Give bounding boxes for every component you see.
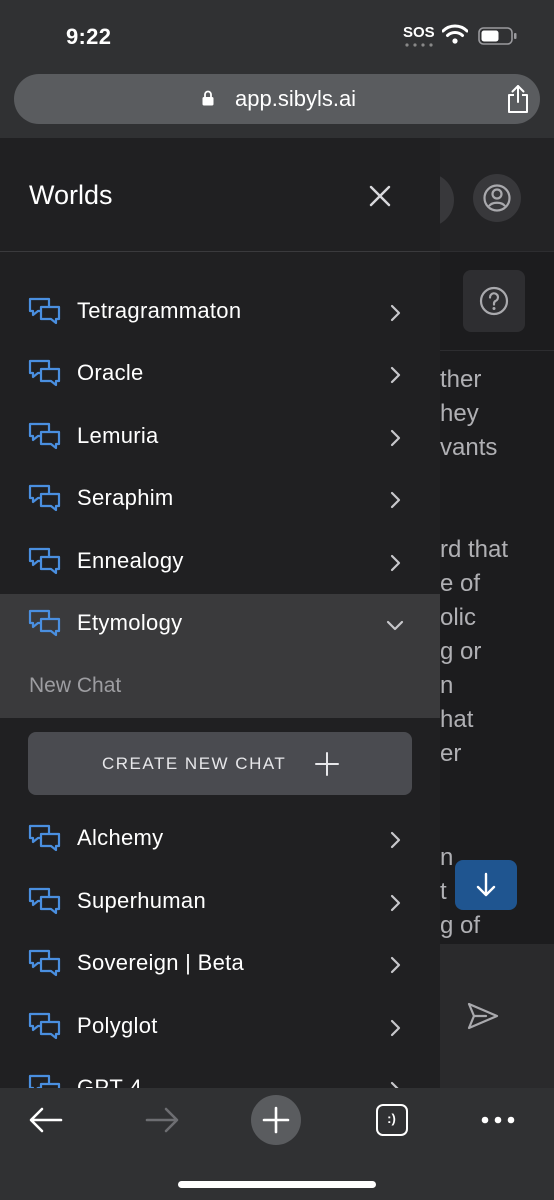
chevron-right-icon bbox=[390, 491, 401, 509]
create-new-chat-button[interactable]: CREATE NEW CHAT bbox=[28, 732, 412, 795]
chat-bubbles-icon bbox=[28, 949, 61, 977]
chat-bubbles-icon bbox=[28, 297, 61, 325]
chat-item-new-chat[interactable]: New Chat bbox=[29, 674, 121, 698]
background-text: g or bbox=[440, 638, 482, 665]
arrow-down-icon bbox=[476, 872, 496, 897]
world-label: Tetragrammaton bbox=[77, 298, 242, 323]
background-text: n bbox=[440, 672, 454, 699]
home-indicator bbox=[178, 1181, 376, 1188]
world-item-tetragrammaton[interactable]: Tetragrammaton bbox=[0, 282, 440, 344]
chevron-right-icon bbox=[390, 554, 401, 572]
world-label: Alchemy bbox=[77, 825, 164, 850]
chat-bubbles-icon bbox=[28, 484, 61, 512]
world-label: Lemuria bbox=[77, 423, 159, 448]
chat-bubbles-icon bbox=[28, 422, 61, 450]
world-label: Seraphim bbox=[77, 485, 174, 510]
new-tab-button[interactable] bbox=[251, 1095, 301, 1145]
chevron-right-icon bbox=[390, 1081, 399, 1088]
background-text: hey bbox=[440, 400, 479, 427]
background-text: e of bbox=[440, 570, 481, 597]
world-label: Sovereign | Beta bbox=[77, 950, 245, 975]
background-text: olic bbox=[440, 604, 477, 631]
world-item-ennealogy[interactable]: Ennealogy bbox=[0, 532, 440, 594]
url-text: app.sibyls.ai bbox=[235, 86, 357, 111]
chat-bubbles-icon bbox=[28, 1074, 61, 1088]
tabs-label: :) bbox=[387, 1111, 396, 1126]
tabs-button[interactable]: :) bbox=[376, 1104, 408, 1136]
close-icon[interactable] bbox=[362, 178, 398, 214]
send-icon[interactable] bbox=[466, 1000, 500, 1032]
more-icon[interactable] bbox=[481, 1116, 515, 1124]
chevron-right-icon bbox=[390, 831, 401, 849]
world-label: Polyglot bbox=[77, 1013, 158, 1038]
chat-bubbles-icon bbox=[28, 359, 61, 387]
worlds-drawer: Worlds New Chat CREATE NEW CHAT Tetragra… bbox=[0, 138, 440, 1088]
chat-bubbles-icon bbox=[28, 609, 61, 637]
world-label: GPT-4 bbox=[77, 1075, 143, 1088]
background-text: vants bbox=[440, 434, 498, 461]
world-item-etymology[interactable]: Etymology bbox=[0, 594, 440, 656]
chevron-right-icon bbox=[390, 894, 401, 912]
world-item-polyglot[interactable]: Polyglot bbox=[0, 997, 440, 1059]
chat-bubbles-icon bbox=[28, 887, 61, 915]
chevron-right-icon bbox=[390, 429, 401, 447]
background-text: n bbox=[440, 844, 454, 871]
world-item-lemuria[interactable]: Lemuria bbox=[0, 407, 440, 469]
lock-icon bbox=[202, 90, 214, 106]
background-text: rd that bbox=[440, 536, 509, 563]
chat-bubbles-icon bbox=[28, 547, 61, 575]
background-text: g of bbox=[440, 912, 481, 939]
world-item-superhuman[interactable]: Superhuman bbox=[0, 872, 440, 934]
world-item-oracle[interactable]: Oracle bbox=[0, 344, 440, 406]
help-icon bbox=[479, 286, 509, 316]
chat-bubbles-icon bbox=[28, 1012, 61, 1040]
background-text: hat bbox=[440, 706, 474, 733]
drawer-title: Worlds bbox=[29, 180, 113, 210]
forward-arrow-icon[interactable] bbox=[144, 1106, 180, 1134]
wifi-icon bbox=[442, 24, 468, 44]
chevron-right-icon bbox=[390, 304, 401, 322]
chevron-right-icon bbox=[390, 956, 401, 974]
status-bar: 9:22 SOS bbox=[0, 0, 554, 66]
address-bar[interactable]: app.sibyls.ai bbox=[14, 74, 540, 124]
background-text: ther bbox=[440, 366, 482, 393]
plus-icon bbox=[262, 1106, 290, 1134]
back-arrow-icon[interactable] bbox=[28, 1106, 64, 1134]
plus-icon bbox=[315, 752, 339, 776]
world-label: Etymology bbox=[77, 610, 183, 635]
world-item-sovereign-beta[interactable]: Sovereign | Beta bbox=[0, 934, 440, 996]
background-text: er bbox=[440, 740, 462, 767]
background-text: t bbox=[440, 878, 447, 905]
world-label: Superhuman bbox=[77, 888, 206, 913]
profile-icon[interactable] bbox=[472, 173, 522, 223]
chat-bubbles-icon bbox=[28, 824, 61, 852]
world-label: Oracle bbox=[77, 360, 144, 385]
world-item-alchemy[interactable]: Alchemy bbox=[0, 809, 440, 871]
status-time: 9:22 bbox=[66, 24, 112, 49]
world-label: Ennealogy bbox=[77, 548, 184, 573]
drawer-header: Worlds bbox=[0, 138, 440, 252]
chevron-down-icon bbox=[386, 620, 404, 631]
world-item-seraphim[interactable]: Seraphim bbox=[0, 469, 440, 531]
signal-dots-icon bbox=[405, 43, 433, 47]
sos-indicator: SOS bbox=[403, 24, 435, 41]
share-icon[interactable] bbox=[506, 84, 530, 114]
world-item-gpt-4[interactable]: GPT-4 bbox=[0, 1059, 440, 1088]
create-new-chat-label: CREATE NEW CHAT bbox=[102, 754, 287, 773]
chevron-right-icon bbox=[390, 1019, 401, 1037]
browser-top-bar: app.sibyls.ai bbox=[0, 66, 554, 138]
browser-toolbar: :) bbox=[0, 1088, 554, 1200]
chevron-right-icon bbox=[390, 366, 401, 384]
battery-icon bbox=[478, 27, 517, 45]
